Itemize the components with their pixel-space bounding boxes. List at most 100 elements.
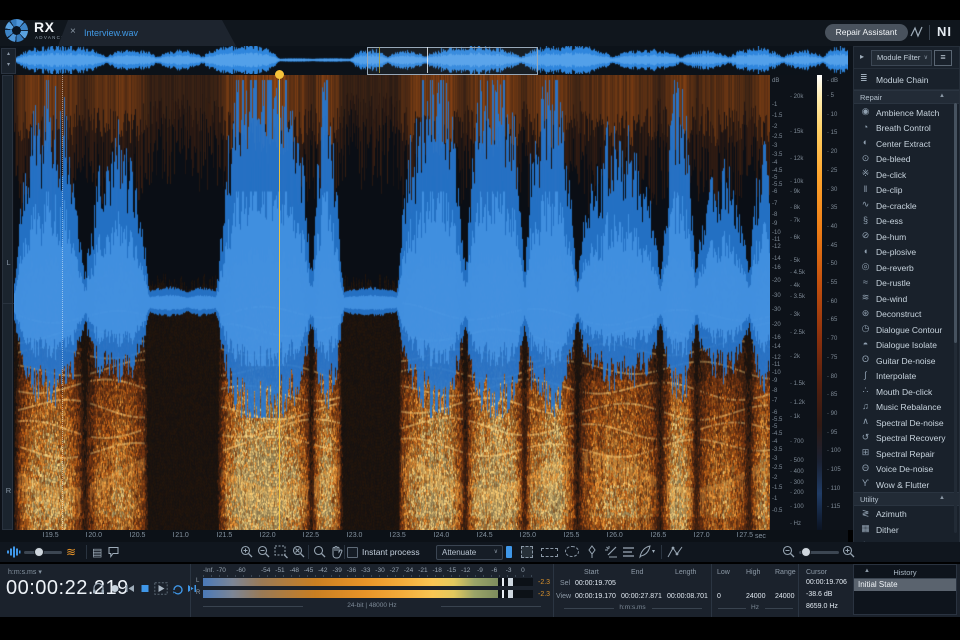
- time-ruler[interactable]: sec 19.520.020.521.021.522.022.523.023.5…: [0, 530, 848, 542]
- zoom-out-button[interactable]: [257, 545, 271, 559]
- process-mode-dropdown[interactable]: Attenuate ∨: [436, 545, 503, 560]
- module-item-de-reverb[interactable]: ◎De-reverb: [854, 259, 959, 275]
- module-item-de-wind[interactable]: ≋De-wind: [854, 290, 959, 306]
- vzoom-in-button[interactable]: [842, 545, 856, 559]
- module-item-mouth-de-click[interactable]: ∴Mouth De-click: [854, 383, 959, 399]
- module-item-dialogue-contour[interactable]: ◷Dialogue Contour: [854, 321, 959, 337]
- zoom-in-button[interactable]: [240, 545, 254, 559]
- module-item-de-ess[interactable]: §De-ess: [854, 213, 959, 229]
- overview-view-box[interactable]: [367, 47, 538, 75]
- module-item-guitar-de-noise[interactable]: ʘGuitar De-noise: [854, 352, 959, 368]
- module-item-voice-de-noise[interactable]: ΘVoice De-noise: [854, 461, 959, 477]
- vzoom-out-button[interactable]: [782, 545, 796, 559]
- vzoom-slider-knob[interactable]: [801, 547, 811, 557]
- hand-tool[interactable]: [330, 545, 343, 559]
- sel-start-value[interactable]: 00:00:19.705: [575, 580, 616, 587]
- collapse-icon[interactable]: ▲: [939, 93, 945, 99]
- magnifier-tool[interactable]: [313, 545, 327, 559]
- brush-selection-tool[interactable]: [585, 545, 599, 559]
- repair-assistant-button[interactable]: Repair Assistant: [825, 24, 908, 41]
- comment-icon[interactable]: [107, 546, 120, 558]
- play-button[interactable]: [154, 582, 168, 595]
- module-filter-dropdown[interactable]: Module Filter ∨: [871, 50, 932, 66]
- amplitude-frequency-ruler[interactable]: dB-1-1.5-2-2.5-3-3.5-4-4.5-5-5.5-6-7-8-9…: [770, 75, 815, 530]
- section-header-repair[interactable]: Repair▲: [854, 90, 959, 104]
- view-end-value[interactable]: 00:00:27.871: [621, 593, 662, 600]
- history-header[interactable]: ▲ History: [854, 565, 956, 579]
- waveform-blend-icon[interactable]: [6, 546, 21, 558]
- spectrogram-view[interactable]: [14, 75, 770, 530]
- instant-process-checkbox[interactable]: [347, 547, 358, 558]
- module-chain-item[interactable]: ≣ Module Chain: [854, 69, 959, 90]
- module-item-de-rustle[interactable]: ≈De-rustle: [854, 275, 959, 291]
- time-tick-label: 23.5: [392, 532, 406, 539]
- caret-down-icon[interactable]: ▾: [652, 548, 655, 555]
- module-item-azimuth[interactable]: ≷Azimuth: [854, 506, 959, 522]
- record-button[interactable]: [109, 582, 121, 595]
- module-item-ambience-match[interactable]: ◉Ambience Match: [854, 104, 959, 120]
- harmonics-selection-tool[interactable]: [622, 546, 635, 558]
- spectrogram-blend-icon[interactable]: ≋: [66, 545, 76, 559]
- time-format-selector[interactable]: h:m:s.ms ▾: [8, 568, 42, 576]
- de-click-icon: ※: [859, 168, 872, 179]
- magic-wand-tool[interactable]: [604, 545, 618, 559]
- module-item-interpolate[interactable]: ∫Interpolate: [854, 368, 959, 384]
- module-item-breath-control[interactable]: ◔Breath Control: [854, 120, 959, 136]
- module-item-de-bleed[interactable]: ⊙De-bleed: [854, 151, 959, 167]
- channel-strip[interactable]: L R: [2, 75, 13, 530]
- spectrogram-colorbar[interactable]: dB51015202530354045505560657075808590951…: [815, 75, 855, 530]
- module-item-de-hum[interactable]: ⊘De-hum: [854, 228, 959, 244]
- monitor-button[interactable]: [92, 582, 105, 595]
- low-value[interactable]: 0: [717, 593, 721, 600]
- module-item-wow-flutter[interactable]: ϒWow & Flutter: [854, 476, 959, 492]
- view-length-value[interactable]: 00:00:08.701: [667, 593, 708, 600]
- module-item-label: De-rustle: [876, 278, 910, 288]
- spectrogram-canvas[interactable]: [14, 75, 770, 530]
- section-header-utility[interactable]: Utility▲: [854, 492, 959, 506]
- tab-close-icon[interactable]: ×: [70, 26, 76, 37]
- tab-interview-wav[interactable]: × Interview.wav: [58, 20, 236, 46]
- curve-edit-tool[interactable]: [667, 545, 683, 559]
- module-item-spectral-repair[interactable]: ⊞Spectral Repair: [854, 445, 959, 461]
- module-item-label: Voice De-noise: [876, 464, 933, 474]
- stop-button[interactable]: [139, 582, 151, 595]
- high-value[interactable]: 24000: [746, 593, 765, 600]
- freq-tick-label: 3.5k: [790, 294, 805, 300]
- overview-strip[interactable]: ▴ ▾: [0, 46, 960, 75]
- module-item-spectral-recovery[interactable]: ↺Spectral Recovery: [854, 430, 959, 446]
- filter-toggle-icon[interactable]: ▸: [860, 52, 864, 61]
- feather-tool[interactable]: [638, 545, 652, 559]
- scrollbar-thumb[interactable]: [954, 103, 957, 343]
- lasso-selection-tool[interactable]: [565, 546, 579, 557]
- composite-view-icon[interactable]: ▤: [92, 546, 102, 559]
- collapse-icon[interactable]: ▲: [939, 495, 945, 501]
- module-item-de-crackle[interactable]: ∿De-crackle: [854, 197, 959, 213]
- time-frequency-selection-tool[interactable]: [521, 546, 533, 558]
- waveform-scribble-icon[interactable]: [910, 25, 924, 39]
- module-item-de-clip[interactable]: ‖De-clip: [854, 182, 959, 198]
- blend-slider-knob[interactable]: [34, 547, 44, 557]
- view-start-value[interactable]: 00:00:19.170: [575, 593, 616, 600]
- range-value[interactable]: 24000: [775, 593, 794, 600]
- module-item-center-extract[interactable]: ◐Center Extract: [854, 135, 959, 151]
- history-item-initial-state[interactable]: Initial State: [854, 579, 956, 591]
- module-item-de-plosive[interactable]: ◖De-plosive: [854, 244, 959, 260]
- sidebar-menu-button[interactable]: ≡: [934, 50, 952, 66]
- module-item-dither[interactable]: ▦Dither: [854, 521, 959, 537]
- overview-resize-control[interactable]: ▴ ▾: [1, 48, 16, 74]
- go-to-start-button[interactable]: [124, 582, 136, 595]
- sidebar-scrollbar[interactable]: [954, 103, 957, 533]
- meter-right[interactable]: [203, 590, 533, 598]
- meter-left[interactable]: [203, 578, 533, 586]
- module-item-de-click[interactable]: ※De-click: [854, 166, 959, 182]
- loop-button[interactable]: [171, 582, 184, 595]
- frequency-selection-tool[interactable]: [541, 548, 558, 557]
- zoom-selection-button[interactable]: [274, 545, 289, 559]
- time-selection-tool[interactable]: [506, 546, 512, 558]
- module-item-deconstruct[interactable]: ⊛Deconstruct: [854, 306, 959, 322]
- module-item-spectral-de-noise[interactable]: ∧Spectral De-noise: [854, 414, 959, 430]
- zoom-all-button[interactable]: [292, 545, 306, 559]
- module-item-music-rebalance[interactable]: ♫Music Rebalance: [854, 399, 959, 415]
- playhead-handle[interactable]: [275, 70, 284, 79]
- module-item-dialogue-isolate[interactable]: ◓Dialogue Isolate: [854, 337, 959, 353]
